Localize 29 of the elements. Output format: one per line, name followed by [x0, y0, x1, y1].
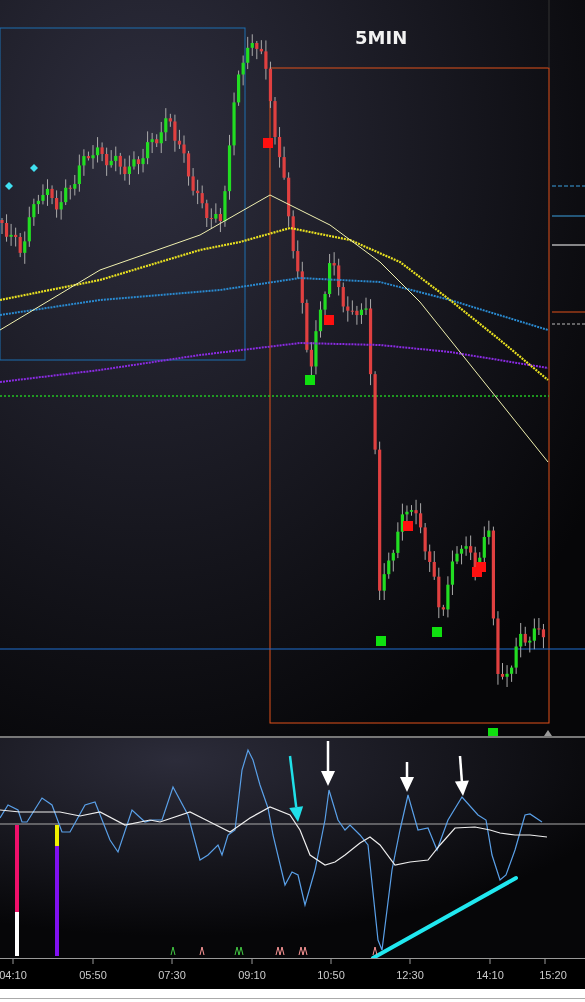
- buy-marker: [376, 636, 386, 646]
- sell-marker: [324, 315, 334, 325]
- diamond-icon: [30, 164, 38, 172]
- arrow-icon: [454, 755, 469, 796]
- time-label: 04:10: [0, 969, 27, 981]
- diamond-icon: [5, 182, 13, 190]
- price-marker: [551, 244, 585, 246]
- time-label: 15:20: [539, 969, 567, 981]
- time-label: 14:10: [476, 969, 504, 981]
- buy-marker: [432, 627, 442, 637]
- time-label: 10:50: [317, 969, 345, 981]
- price-marker: [551, 323, 585, 325]
- sell-marker: [476, 562, 486, 572]
- time-label: 07:30: [158, 969, 186, 981]
- buy-marker: [305, 375, 315, 385]
- time-label: 05:50: [79, 969, 107, 981]
- price-marker: [551, 311, 585, 313]
- price-marker: [551, 215, 585, 217]
- triangle-icon: [544, 730, 552, 736]
- arrow-icon: [321, 741, 335, 786]
- timeframe-label: 5MIN: [355, 27, 408, 48]
- time-label: 09:10: [238, 969, 266, 981]
- sell-marker: [263, 138, 273, 148]
- time-label: 12:30: [396, 969, 424, 981]
- arrow-icon: [400, 762, 414, 792]
- price-marker: [551, 185, 585, 187]
- buy-marker: [488, 728, 498, 736]
- arrow-icon: [288, 755, 304, 822]
- sell-marker: [403, 521, 413, 531]
